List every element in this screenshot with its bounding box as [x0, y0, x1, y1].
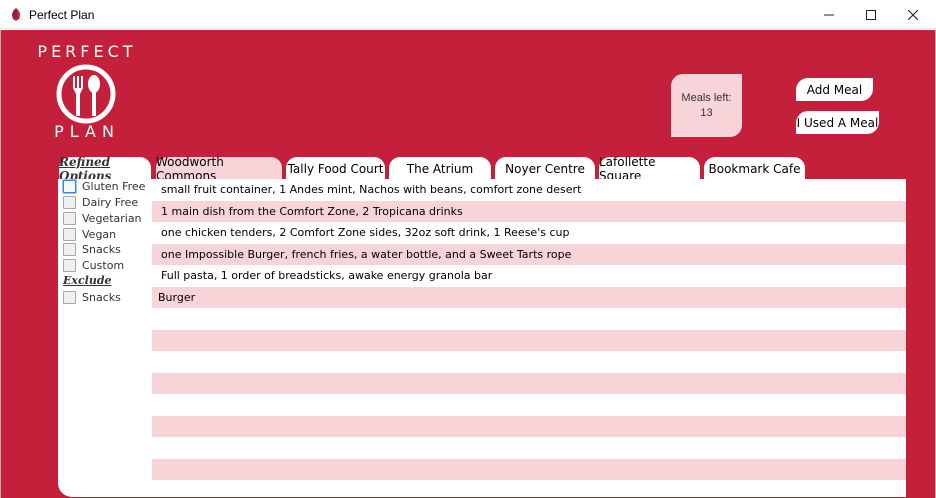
exclude-option-snacks[interactable]: Snacks [63, 290, 121, 304]
dairy-free-checkbox[interactable] [63, 195, 76, 209]
maximize-icon [866, 9, 876, 20]
list-item [152, 308, 906, 330]
list-item[interactable]: Burger [152, 286, 906, 308]
exclude-header: Exclude [63, 274, 112, 287]
title-bar: Perfect Plan [0, 0, 936, 29]
tab-lafollette-square[interactable]: Lafollette Square [599, 155, 700, 183]
add-meal-button[interactable]: Add Meal [796, 78, 873, 101]
list-item[interactable]: Full pasta, 1 order of breadsticks, awak… [152, 265, 906, 287]
meals-left-card: Meals left: 13 [671, 74, 742, 137]
list-item [152, 394, 906, 416]
meals-left-count: 13 [700, 107, 713, 119]
list-item[interactable]: one chicken tenders, 2 Comfort Zone side… [152, 222, 906, 244]
tab-bookmark-cafe[interactable]: Bookmark Cafe [704, 157, 805, 180]
exclude-snacks-label: Snacks [82, 290, 121, 304]
option-vegetarian[interactable]: Vegetarian [63, 211, 142, 225]
list-item [152, 437, 906, 459]
tab-noyer-centre[interactable]: Noyer Centre [495, 157, 595, 180]
option-vegan[interactable]: Vegan [63, 227, 116, 241]
gluten-free-label: Gluten Free [82, 179, 146, 193]
snacks-checkbox[interactable] [63, 242, 76, 256]
gluten-free-checkbox[interactable] [63, 179, 76, 193]
vegetarian-label: Vegetarian [82, 211, 142, 225]
list-item [152, 458, 906, 480]
custom-label: Custom [82, 258, 125, 272]
snacks-label: Snacks [82, 242, 121, 256]
main-panel: PERFECT PLAN Meals left: 13 Add Meal I U… [0, 30, 936, 498]
logo-top-text: PERFECT [37, 42, 137, 61]
close-icon [908, 9, 918, 20]
perfect-plan-logo: PERFECT PLAN [31, 40, 146, 141]
meal-list[interactable]: small fruit container, 1 Andes mint, Nac… [152, 179, 906, 497]
list-item [152, 372, 906, 394]
vegetarian-checkbox[interactable] [63, 211, 76, 225]
option-dairy-free[interactable]: Dairy Free [63, 195, 138, 209]
close-button[interactable] [890, 0, 936, 29]
options-panel: Gluten Free Dairy Free Vegetarian Vegan … [58, 179, 152, 497]
used-meal-button[interactable]: I Used A Meal [796, 111, 879, 134]
minimize-icon [824, 14, 834, 15]
tab-tally-food-court[interactable]: Tally Food Court [286, 157, 385, 180]
option-snacks[interactable]: Snacks [63, 242, 121, 256]
custom-checkbox[interactable] [63, 258, 76, 272]
list-item [152, 329, 906, 351]
logo-bottom-text: PLAN [54, 122, 120, 141]
list-item [152, 480, 906, 497]
option-gluten-free[interactable]: Gluten Free [63, 179, 145, 193]
exclude-snacks-checkbox[interactable] [63, 290, 76, 304]
maximize-button[interactable] [848, 0, 894, 29]
dairy-free-label: Dairy Free [82, 195, 139, 209]
app-icon [12, 8, 20, 21]
tab-the-atrium[interactable]: The Atrium [389, 157, 491, 180]
list-item[interactable]: one Impossible Burger, french fries, a w… [152, 243, 906, 265]
vegan-checkbox[interactable] [63, 227, 76, 241]
window-title: Perfect Plan [29, 8, 95, 22]
vegan-label: Vegan [82, 227, 117, 241]
plate-utensils-icon [56, 64, 116, 124]
list-item[interactable]: small fruit container, 1 Andes mint, Nac… [152, 179, 906, 201]
meals-left-label: Meals left: [681, 92, 732, 104]
refined-options-header: Refined Options [59, 155, 151, 183]
list-item [152, 415, 906, 437]
list-item [152, 351, 906, 373]
option-custom[interactable]: Custom [63, 258, 124, 272]
list-item[interactable]: 1 main dish from the Comfort Zone, 2 Tro… [152, 200, 906, 222]
minimize-button[interactable] [806, 0, 852, 29]
tab-woodworth-commons[interactable]: Woodworth Commons [156, 155, 282, 183]
